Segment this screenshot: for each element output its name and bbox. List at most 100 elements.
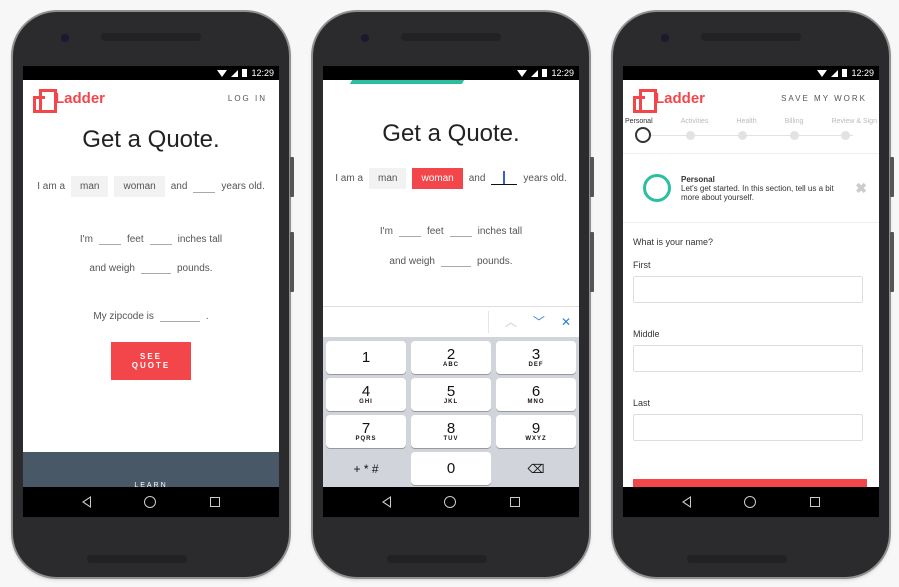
intro-body: Let's get started. In this section, tell…: [681, 183, 834, 202]
back-icon[interactable]: [81, 496, 91, 508]
label-period: .: [205, 310, 209, 322]
key-0[interactable]: 0: [411, 452, 491, 485]
last-name-label: Last: [633, 398, 651, 408]
key-symbols[interactable]: + * #: [326, 452, 406, 485]
weight-input[interactable]: [441, 255, 471, 267]
wifi-icon: [217, 69, 228, 77]
key-4[interactable]: 4 GHI: [326, 378, 406, 411]
feet-input[interactable]: [398, 225, 421, 237]
wifi-icon: [817, 69, 828, 77]
step-dot: [841, 131, 850, 140]
key-2[interactable]: 2 ABC: [411, 341, 491, 374]
progress-steps: Personal Activities Health Billing Revie…: [623, 118, 879, 125]
android-nav-bar: [23, 487, 279, 517]
gender-age-line: I am a man woman and years old.: [23, 176, 279, 197]
step-track: [635, 127, 861, 145]
label-inches-tall: inches tall: [177, 233, 223, 245]
label-i-am-a: I am a: [37, 181, 66, 192]
step-dot: [686, 131, 695, 140]
height-line: I'm feet inches tall: [323, 225, 579, 237]
step-dot: [738, 131, 747, 140]
question-label: What is your name?: [633, 237, 714, 247]
camera: [361, 34, 369, 42]
keyboard-accessory-bar: ︿ ﹀ ✕: [323, 306, 579, 336]
close-icon[interactable]: ✕: [561, 315, 571, 329]
volume-button: [290, 157, 294, 197]
login-link[interactable]: LOG IN: [228, 94, 267, 103]
signal-icon: [531, 69, 539, 77]
key-5[interactable]: 5 JKL: [411, 378, 491, 411]
age-input-focused[interactable]: [491, 170, 518, 185]
key-8[interactable]: 8 TUV: [411, 415, 491, 448]
age-input[interactable]: [193, 181, 216, 193]
middle-name-input[interactable]: [633, 345, 863, 372]
power-button: [290, 232, 294, 292]
key-3[interactable]: 3 DEF: [496, 341, 576, 374]
key-9[interactable]: 9 WXYZ: [496, 415, 576, 448]
logo[interactable]: Ladder: [33, 89, 105, 113]
status-bar: 12:29: [23, 66, 279, 80]
backspace-icon[interactable]: ⌫: [496, 452, 576, 485]
speaker: [401, 33, 501, 41]
signal-icon: [831, 69, 839, 77]
home-icon[interactable]: [744, 496, 757, 508]
step-activities[interactable]: Activities: [681, 118, 709, 125]
app-header: Ladder LOG IN: [23, 80, 279, 116]
battery-icon: [242, 69, 248, 77]
name-form: What is your name? First Middle Last: [623, 223, 879, 441]
step-personal[interactable]: Personal: [625, 118, 653, 125]
phone-quote-form: 12:29 Ladder LOG IN Get a Quote. I am a …: [13, 12, 294, 577]
recent-apps-icon[interactable]: [210, 497, 221, 507]
close-icon[interactable]: ✖: [855, 180, 867, 197]
option-woman[interactable]: woman: [114, 176, 165, 197]
option-man[interactable]: man: [71, 176, 109, 197]
gender-age-line: I am a man woman and years old.: [323, 168, 579, 189]
step-health[interactable]: Health: [736, 118, 756, 125]
screen: 12:29 Ladder SAVE MY WORK Personal Activ…: [623, 66, 879, 517]
back-icon[interactable]: [381, 496, 391, 508]
camera: [661, 34, 669, 42]
last-name-input[interactable]: [633, 414, 863, 441]
inches-input[interactable]: [149, 233, 172, 245]
recent-apps-icon[interactable]: [810, 497, 821, 507]
intro-title: Personal: [681, 174, 715, 184]
key-7[interactable]: 7 PQRS: [326, 415, 406, 448]
label-pounds: pounds.: [477, 255, 513, 267]
chevron-up-icon[interactable]: ︿: [505, 313, 517, 330]
divider: [487, 310, 489, 333]
recent-apps-icon[interactable]: [510, 497, 521, 507]
feet-input[interactable]: [98, 233, 121, 245]
option-man[interactable]: man: [369, 168, 407, 189]
zipcode-input[interactable]: [159, 310, 200, 322]
speaker: [687, 555, 787, 563]
first-name-label: First: [633, 260, 651, 270]
label-im: I'm: [79, 233, 93, 245]
save-my-work-link[interactable]: SAVE MY WORK: [781, 94, 867, 103]
option-woman-selected[interactable]: woman: [412, 168, 463, 189]
weight-input[interactable]: [141, 262, 171, 274]
chevron-down-icon[interactable]: ﹀: [533, 313, 545, 330]
home-icon[interactable]: [144, 496, 157, 508]
app-header: Ladder SAVE MY WORK: [623, 80, 879, 116]
inches-input[interactable]: [449, 225, 472, 237]
ladder-logo-icon: [33, 89, 57, 113]
first-name-input[interactable]: [633, 276, 863, 303]
zipcode-line: My zipcode is .: [23, 310, 279, 322]
key-6[interactable]: 6 MNO: [496, 378, 576, 411]
middle-name-label: Middle: [633, 329, 660, 339]
see-quote-button[interactable]: SEE QUOTE: [111, 342, 191, 380]
wifi-icon: [517, 69, 528, 77]
step-billing[interactable]: Billing: [785, 118, 804, 125]
key-1[interactable]: 1: [326, 341, 406, 374]
step-review-sign[interactable]: Review & Sign: [831, 118, 877, 125]
back-icon[interactable]: [681, 496, 691, 508]
label-feet: feet: [426, 225, 444, 237]
speaker: [701, 33, 801, 41]
logo[interactable]: Ladder: [633, 89, 705, 113]
teal-accent-stripe: [349, 80, 465, 84]
learn-section[interactable]: LEARN: [23, 452, 279, 492]
home-icon[interactable]: [444, 496, 457, 508]
numeric-keypad: 1 2 ABC 3 DEF 4 GHI 5 JKL 6 MNO 7 PQRS 8 TUV 9W…: [323, 337, 579, 487]
power-button: [890, 232, 894, 292]
status-bar: 12:29: [323, 66, 579, 80]
